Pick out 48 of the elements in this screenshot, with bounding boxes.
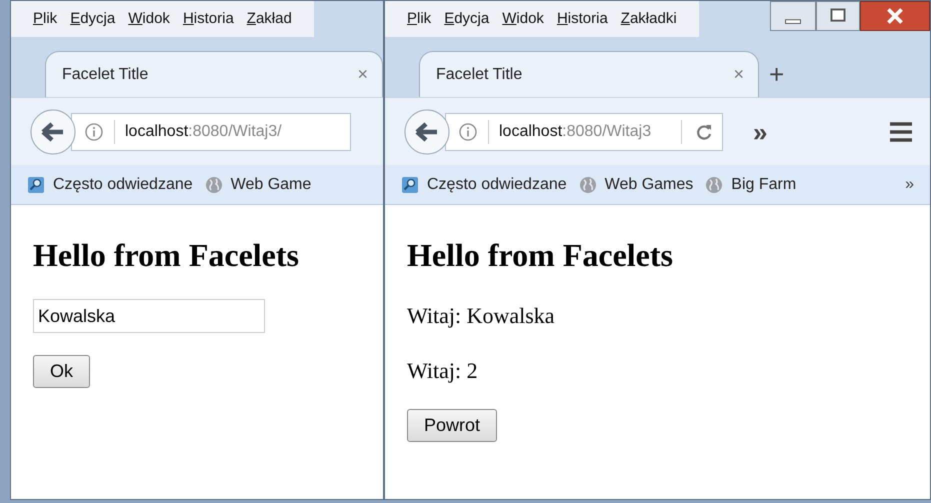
tab-title: Facelet Title	[62, 64, 148, 84]
menu-item[interactable]: Plik	[407, 8, 432, 30]
menu-item[interactable]: Zakład	[246, 8, 292, 30]
greeting-text: Witaj: Kowalska	[407, 302, 555, 330]
menu-item[interactable]: Edycja	[70, 8, 116, 30]
globe-icon	[705, 176, 724, 194]
close-icon[interactable]	[860, 1, 930, 31]
globe-icon	[578, 176, 597, 194]
back-button[interactable]	[29, 108, 77, 156]
bookmark-link[interactable]: Big Farm	[731, 172, 796, 196]
overflow-button[interactable]: »	[753, 118, 768, 144]
minimize-icon[interactable]	[770, 1, 816, 31]
search-bookmark-icon	[27, 176, 45, 194]
menu-item[interactable]: Widok	[128, 8, 170, 30]
tab-close-button[interactable]: ×	[733, 61, 744, 88]
url-text: localhost:8080/Witaj3	[499, 122, 652, 142]
browser-tab[interactable]: Facelet Title ×	[45, 51, 383, 97]
submit-button[interactable]: Powrot	[407, 409, 498, 442]
bookmark-link[interactable]: Web Games	[604, 172, 694, 196]
bookmarks-overflow-button[interactable]: »	[905, 172, 914, 196]
bookmark-link[interactable]: Często odwiedzane	[53, 172, 193, 196]
bookmark-link[interactable]: Często odwiedzane	[427, 172, 567, 196]
menu-item[interactable]: Historia	[556, 8, 608, 30]
url-text: localhost:8080/Witaj3/	[125, 122, 282, 142]
name-input-field[interactable]: Kowalska	[33, 299, 265, 333]
new-tab-button[interactable]: +	[769, 61, 784, 87]
menu-item[interactable]: Widok	[502, 8, 544, 30]
address-bar[interactable]: localhost:8080/Witaj3/	[71, 112, 351, 150]
bookmark-link[interactable]: Web Game	[230, 172, 312, 196]
browser-tab[interactable]: Facelet Title ×	[419, 51, 759, 97]
search-bookmark-icon	[401, 176, 419, 194]
info-icon[interactable]	[458, 122, 478, 142]
menu-item[interactable]: Edycja	[444, 8, 490, 30]
back-button[interactable]	[403, 108, 451, 156]
greeting-text: Witaj: 2	[407, 357, 478, 385]
page-heading: Hello from Facelets	[407, 236, 673, 275]
menu-item[interactable]: Historia	[182, 8, 234, 30]
menu-item[interactable]: Plik	[33, 8, 58, 30]
globe-icon	[204, 176, 223, 194]
address-bar[interactable]: localhost:8080/Witaj3	[445, 112, 723, 150]
menu-icon[interactable]	[888, 120, 914, 142]
page-heading: Hello from Facelets	[33, 236, 299, 275]
menu-item[interactable]: Zakładki	[620, 8, 677, 30]
submit-button[interactable]: Ok	[33, 355, 90, 388]
info-icon[interactable]	[84, 122, 104, 142]
maximize-icon[interactable]	[816, 1, 860, 31]
tab-title: Facelet Title	[436, 64, 522, 84]
tab-close-button[interactable]: ×	[357, 61, 368, 88]
